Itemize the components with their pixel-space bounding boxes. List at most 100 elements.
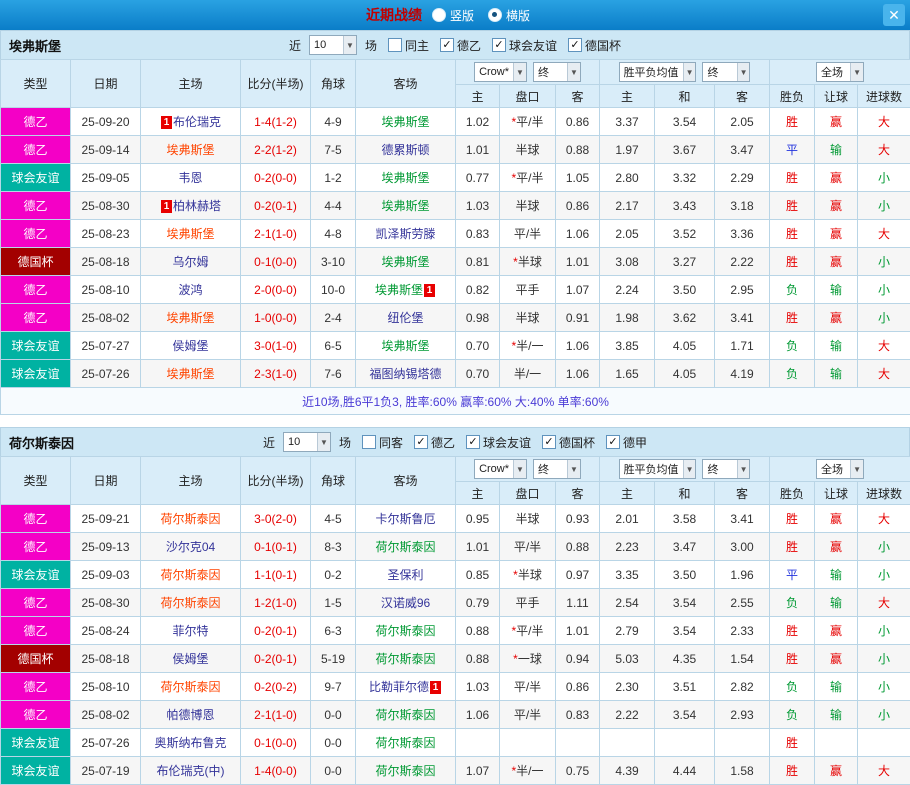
team-name-text: 埃弗斯堡 xyxy=(381,115,429,129)
away-team[interactable]: 埃弗斯堡 xyxy=(356,192,456,220)
result-handicap: 赢 xyxy=(815,533,858,561)
away-team[interactable]: 凯泽斯劳滕 xyxy=(356,220,456,248)
avg-away: 1.58 xyxy=(715,757,770,785)
avg-select[interactable]: 胜平负均值▼ xyxy=(619,459,697,479)
result-goals: 小 xyxy=(858,276,910,304)
odds-final-select[interactable]: 终▼ xyxy=(533,459,581,479)
home-team[interactable]: 1布伦瑞克 xyxy=(141,108,241,136)
match-count-select-value: 10 xyxy=(314,39,330,51)
team-name-text: 奥斯纳布鲁克 xyxy=(154,736,226,750)
away-team[interactable]: 埃弗斯堡 xyxy=(356,332,456,360)
home-team[interactable]: 韦恩 xyxy=(141,164,241,192)
away-team[interactable]: 比勒菲尔德1 xyxy=(356,673,456,701)
away-team[interactable]: 纽伦堡 xyxy=(356,304,456,332)
away-team[interactable]: 荷尔斯泰因 xyxy=(356,701,456,729)
handicap-line: *半/一 xyxy=(500,332,556,360)
home-team[interactable]: 波鸿 xyxy=(141,276,241,304)
filter-checkbox-1-0[interactable]: 同客 xyxy=(362,434,403,451)
odds-source-select[interactable]: Crow*▼ xyxy=(474,62,527,82)
home-team[interactable]: 沙尔克04 xyxy=(141,533,241,561)
home-team[interactable]: 菲尔特 xyxy=(141,617,241,645)
team-name-text: 汉诺威96 xyxy=(381,596,430,610)
avg-final-select[interactable]: 终▼ xyxy=(702,459,750,479)
handicap-line: 半/一 xyxy=(500,360,556,388)
away-team[interactable]: 圣保利 xyxy=(356,561,456,589)
home-team[interactable]: 荷尔斯泰因 xyxy=(141,589,241,617)
league-type-badge: 德乙 xyxy=(1,701,71,729)
avg-home: 2.17 xyxy=(600,192,655,220)
home-team[interactable]: 奥斯纳布鲁克 xyxy=(141,729,241,757)
filter-checkbox-1-3[interactable]: ✓德国杯 xyxy=(542,434,595,451)
league-type-badge: 德乙 xyxy=(1,304,71,332)
avg-home: 1.98 xyxy=(600,304,655,332)
avg-draw: 3.27 xyxy=(655,248,715,276)
filter-checkbox-1-2[interactable]: ✓球会友谊 xyxy=(466,434,531,451)
layout-option-1[interactable]: 横版 xyxy=(488,7,530,24)
avg-select[interactable]: 胜平负均值▼ xyxy=(619,62,697,82)
match-row: 球会友谊25-09-03荷尔斯泰因1-1(0-1)0-2圣保利0.85*半球0.… xyxy=(1,561,910,589)
home-team[interactable]: 荷尔斯泰因 xyxy=(141,505,241,533)
away-team[interactable]: 荷尔斯泰因 xyxy=(356,729,456,757)
summary-row: 近10场,胜6平1负3, 胜率:60% 赢率:60% 大:40% 单率:60% xyxy=(1,388,910,415)
avg-home: 3.37 xyxy=(600,108,655,136)
filter-checkbox-0-1[interactable]: ✓德乙 xyxy=(440,37,481,54)
match-row: 德乙25-08-02埃弗斯堡1-0(0-0)2-4纽伦堡0.98半球0.911.… xyxy=(1,304,910,332)
sub-column-header: 盘口 xyxy=(500,482,556,505)
scope-select[interactable]: 全场▼ xyxy=(816,62,864,82)
away-team[interactable]: 埃弗斯堡 xyxy=(356,164,456,192)
handicap-line: *平/半 xyxy=(500,617,556,645)
team-name-text: 埃弗斯堡 xyxy=(166,227,214,241)
handicap-line: 半球 xyxy=(500,505,556,533)
chevron-down-icon: ▼ xyxy=(567,460,580,478)
result-handicap: 赢 xyxy=(815,164,858,192)
home-team[interactable]: 帕德博恩 xyxy=(141,701,241,729)
filter-checkbox-0-2[interactable]: ✓球会友谊 xyxy=(492,37,557,54)
avg-away: 2.82 xyxy=(715,673,770,701)
away-team[interactable]: 埃弗斯堡 xyxy=(356,248,456,276)
odds-home: 0.79 xyxy=(456,589,500,617)
summary-text: 近10场,胜6平1负3, 胜率:60% 赢率:60% 大:40% 单率:60% xyxy=(1,388,910,415)
scope-select[interactable]: 全场▼ xyxy=(816,459,864,479)
home-team[interactable]: 荷尔斯泰因 xyxy=(141,673,241,701)
away-team[interactable]: 埃弗斯堡1 xyxy=(356,276,456,304)
avg-away: 2.05 xyxy=(715,108,770,136)
home-team[interactable]: 埃弗斯堡 xyxy=(141,360,241,388)
away-team[interactable]: 卡尔斯鲁厄 xyxy=(356,505,456,533)
odds-source-select[interactable]: Crow*▼ xyxy=(474,459,527,479)
team-name-text: 埃弗斯堡 xyxy=(381,199,429,213)
home-team[interactable]: 布伦瑞克(中) xyxy=(141,757,241,785)
avg-final-select[interactable]: 终▼ xyxy=(702,62,750,82)
close-button[interactable]: ✕ xyxy=(883,4,905,26)
away-team[interactable]: 荷尔斯泰因 xyxy=(356,645,456,673)
filter-checkbox-0-3[interactable]: ✓德国杯 xyxy=(568,37,621,54)
home-team[interactable]: 埃弗斯堡 xyxy=(141,220,241,248)
home-team[interactable]: 1柏林赫塔 xyxy=(141,192,241,220)
team-name-text: 福图纳锡塔德 xyxy=(369,367,441,381)
filter-checkbox-1-4[interactable]: ✓德甲 xyxy=(606,434,647,451)
away-team[interactable]: 荷尔斯泰因 xyxy=(356,757,456,785)
filter-checkbox-1-1[interactable]: ✓德乙 xyxy=(414,434,455,451)
away-team[interactable]: 汉诺威96 xyxy=(356,589,456,617)
red-card-badge: 1 xyxy=(430,681,441,694)
team-name-text: 菲尔特 xyxy=(172,624,208,638)
away-team[interactable]: 德累斯顿 xyxy=(356,136,456,164)
avg-draw: 4.05 xyxy=(655,360,715,388)
home-team[interactable]: 埃弗斯堡 xyxy=(141,136,241,164)
match-count-select[interactable]: 10▼ xyxy=(283,432,331,452)
home-team[interactable]: 荷尔斯泰因 xyxy=(141,561,241,589)
line-text: 半球 xyxy=(518,568,542,582)
match-count-select[interactable]: 10▼ xyxy=(309,35,357,55)
away-team[interactable]: 荷尔斯泰因 xyxy=(356,617,456,645)
home-team[interactable]: 侯姆堡 xyxy=(141,645,241,673)
odds-final-select[interactable]: 终▼ xyxy=(533,62,581,82)
filter-checkbox-0-0[interactable]: 同主 xyxy=(388,37,429,54)
home-team[interactable]: 埃弗斯堡 xyxy=(141,304,241,332)
away-team[interactable]: 福图纳锡塔德 xyxy=(356,360,456,388)
away-team[interactable]: 埃弗斯堡 xyxy=(356,108,456,136)
home-team[interactable]: 乌尔姆 xyxy=(141,248,241,276)
away-team[interactable]: 荷尔斯泰因 xyxy=(356,533,456,561)
section-team-name: 荷尔斯泰因 xyxy=(9,433,74,452)
layout-option-0[interactable]: 竖版 xyxy=(432,7,474,24)
home-team[interactable]: 侯姆堡 xyxy=(141,332,241,360)
layout-radio-group: 竖版横版 xyxy=(432,7,544,24)
